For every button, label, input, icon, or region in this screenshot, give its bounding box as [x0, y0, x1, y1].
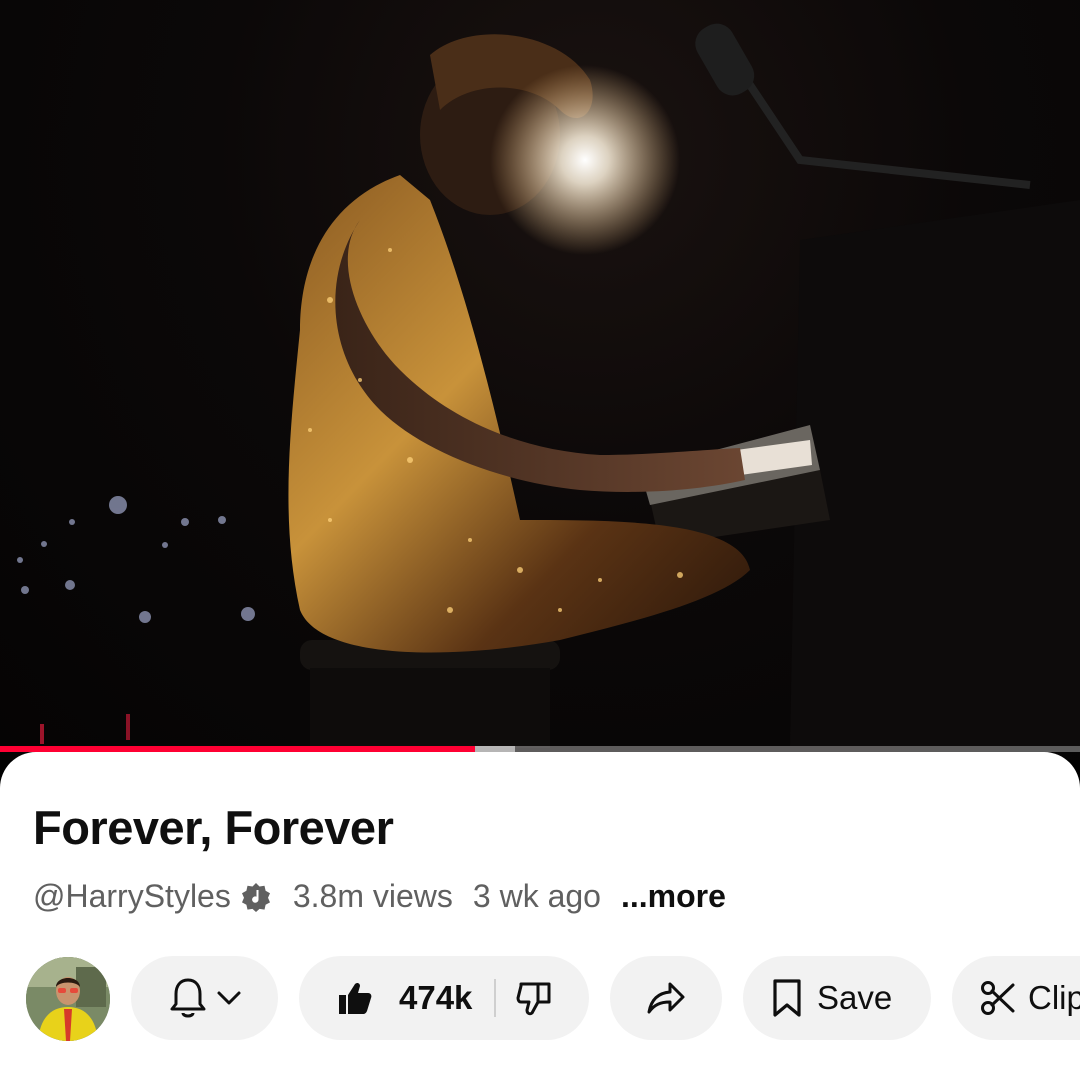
- thumbs-down-icon: [516, 980, 552, 1016]
- video-frame-illustration: [17, 23, 1080, 748]
- save-button[interactable]: Save: [743, 956, 931, 1040]
- save-label: Save: [817, 979, 893, 1016]
- like-divider: [494, 979, 497, 1017]
- dislike-button[interactable]: [516, 980, 552, 1016]
- like-dislike-group: 474k: [299, 956, 589, 1040]
- channel-avatar[interactable]: [26, 957, 110, 1041]
- video-metadata[interactable]: @HarryStyles 3.8m views 3 wk ago ...more: [33, 878, 726, 915]
- scissors-icon: [980, 980, 1016, 1016]
- notifications-button[interactable]: [131, 956, 278, 1040]
- channel-handle[interactable]: @HarryStyles: [33, 878, 231, 915]
- like-count: 474k: [399, 979, 473, 1016]
- bell-icon: [168, 976, 208, 1020]
- video-title[interactable]: Forever, Forever: [33, 800, 394, 855]
- video-watch-page: Forever, Forever @HarryStyles 3.8m views…: [0, 0, 1080, 1066]
- verified-music-icon: [241, 882, 271, 912]
- video-player[interactable]: [0, 0, 1080, 760]
- video-info-sheet: Forever, Forever @HarryStyles 3.8m views…: [0, 752, 1080, 1066]
- share-icon: [646, 981, 686, 1015]
- clip-label: Clip: [1028, 979, 1080, 1016]
- clip-button[interactable]: Clip: [952, 956, 1080, 1040]
- thumbs-up-icon: [337, 980, 373, 1016]
- upload-age: 3 wk ago: [472, 878, 601, 914]
- bookmark-icon: [771, 978, 803, 1018]
- action-row: 474k Save Clip: [0, 956, 1080, 1042]
- share-button[interactable]: [610, 956, 722, 1040]
- like-button[interactable]: 474k: [337, 979, 472, 1017]
- more-description-link[interactable]: ...more: [621, 878, 726, 915]
- chevron-down-icon: [216, 990, 242, 1006]
- view-count: 3.8m views: [292, 878, 453, 914]
